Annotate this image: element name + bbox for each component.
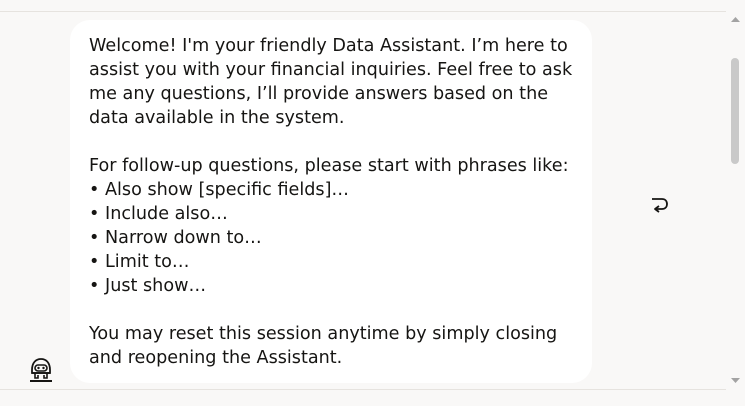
- list-item: Include also…: [89, 202, 573, 226]
- scroll-down-arrow-icon[interactable]: [726, 372, 745, 389]
- top-divider: [0, 0, 726, 12]
- chat-window: Welcome! I'm your friendly Data Assistan…: [0, 0, 745, 406]
- scroll-up-arrow-icon[interactable]: [726, 11, 745, 28]
- list-item: Also show [specific fields]…: [89, 178, 573, 202]
- list-item: Limit to…: [89, 250, 573, 274]
- list-item: Just show…: [89, 274, 573, 298]
- reply-arrow-icon[interactable]: [648, 194, 670, 214]
- bottom-divider: [0, 389, 726, 406]
- robot-avatar-icon: [28, 357, 54, 384]
- intro-text: Welcome! I'm your friendly Data Assistan…: [89, 36, 573, 128]
- followup-heading: For follow-up questions, please start wi…: [89, 156, 569, 176]
- reset-note: You may reset this session anytime by si…: [89, 324, 558, 368]
- vertical-scrollbar[interactable]: [726, 11, 745, 389]
- bot-message-bubble: Welcome! I'm your friendly Data Assistan…: [70, 20, 592, 383]
- followup-phrase-list: Also show [specific fields]… Include als…: [89, 178, 573, 298]
- list-item: Narrow down to…: [89, 226, 573, 250]
- scrollbar-thumb[interactable]: [731, 58, 739, 164]
